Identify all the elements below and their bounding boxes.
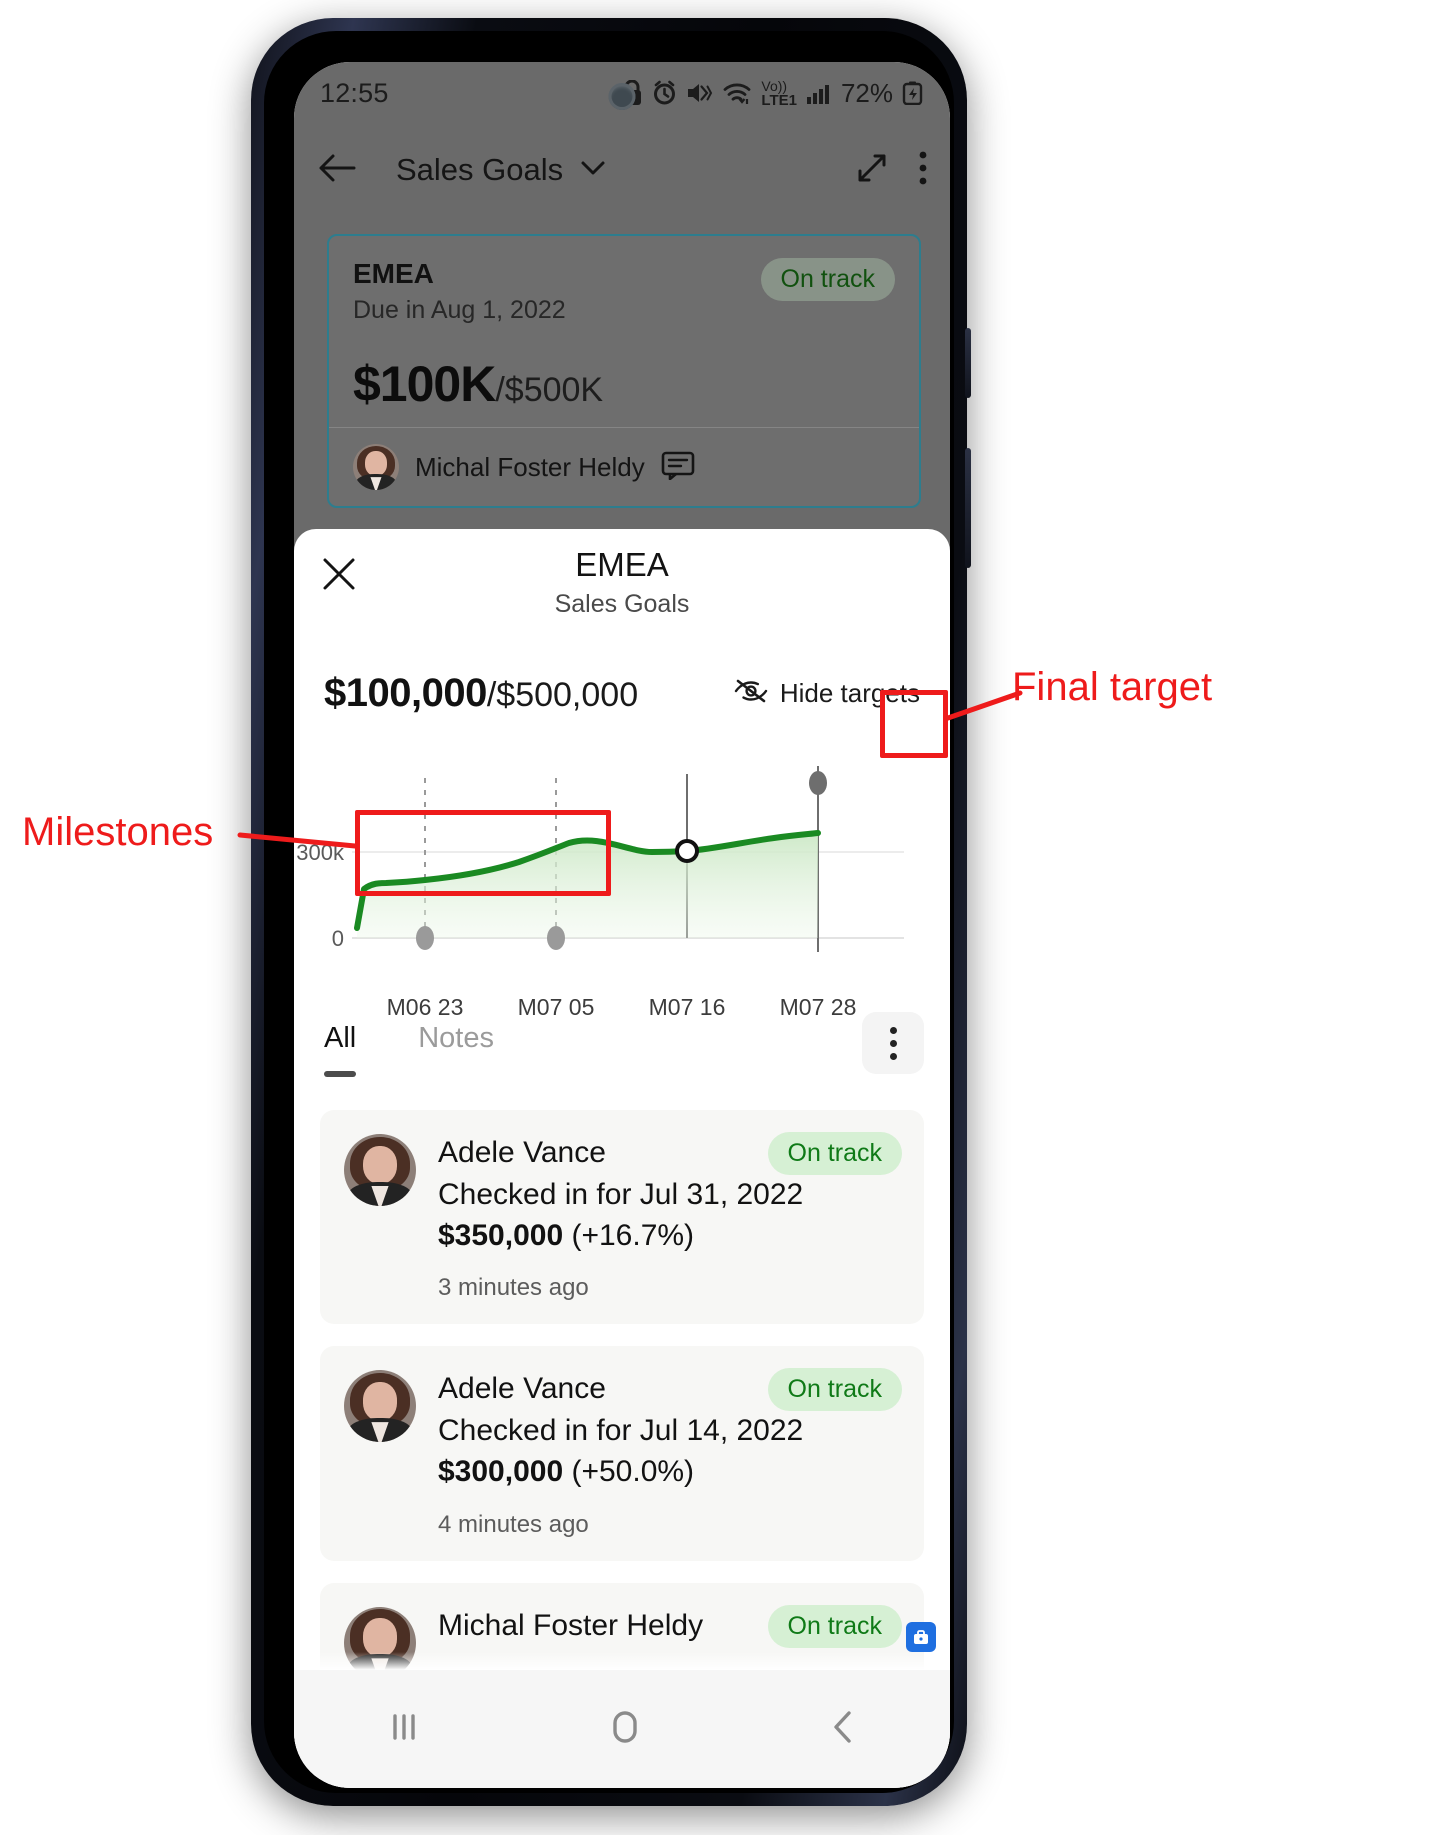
background-app-bar: Sales Goals — [294, 124, 950, 216]
activity-text-prefix: Checked in for Jul 14, 2022 — [438, 1413, 804, 1447]
progress-current: $100,000 — [324, 671, 487, 715]
battery-percent-label: 72% — [840, 77, 893, 108]
tab-notes[interactable]: Notes — [418, 1022, 494, 1065]
list-item[interactable]: Adele Vance Checked in for Jul 14, 2022 … — [320, 1346, 924, 1561]
home-icon[interactable] — [604, 1706, 646, 1753]
activity-timestamp: 4 minutes ago — [438, 1510, 589, 1538]
page-title: EMEA — [575, 546, 669, 583]
milestone-dot-2 — [547, 926, 565, 950]
recents-icon[interactable] — [384, 1707, 424, 1752]
status-badge: On track — [767, 1604, 902, 1648]
final-target-dot — [809, 771, 827, 795]
milestone-dot-1 — [416, 926, 434, 950]
wifi-icon — [722, 80, 752, 106]
activity-text-prefix: Checked in for Jul 31, 2022 — [438, 1177, 804, 1211]
progress-row: $100,000/$500,000 Hide targets — [294, 643, 950, 716]
avatar — [353, 444, 399, 490]
volte-top: Vo)) — [761, 77, 788, 94]
expand-diagonal-icon[interactable] — [854, 150, 890, 191]
goal-card-header: EMEA Due in Aug 1, 2022 On track — [353, 258, 895, 325]
annotation-box-milestones — [355, 810, 611, 896]
activity-list: Adele Vance Checked in for Jul 31, 2022 … — [294, 1074, 950, 1709]
activity-timestamp: 3 minutes ago — [438, 1274, 589, 1302]
activity-text: Checked in for Jul 14, 2022 $300,000 (+5… — [438, 1410, 900, 1493]
phone-screen: 12:55 Vo)) LTE1 72% Sales Goals EMEA Due… — [294, 62, 950, 1788]
activity-delta: (+16.7%) — [571, 1218, 695, 1252]
status-bar-clock: 12:55 — [320, 77, 389, 108]
battery-icon — [902, 81, 924, 105]
goal-card-region: EMEA — [353, 258, 434, 289]
comment-icon[interactable] — [661, 450, 695, 485]
status-bar: 12:55 Vo)) LTE1 72% — [294, 62, 950, 124]
goal-card-titles: EMEA Due in Aug 1, 2022 — [353, 258, 566, 325]
detail-bottom-sheet: EMEA Sales Goals $100,000/$500,000 Hide … — [294, 529, 950, 1788]
annotation-label-milestones: Milestones — [22, 810, 214, 854]
activity-text: Checked in for Jul 31, 2022 $350,000 (+1… — [438, 1174, 900, 1257]
app-badge-icon — [906, 1622, 936, 1652]
back-arrow-icon[interactable] — [316, 152, 358, 189]
status-badge: On track — [767, 1132, 902, 1175]
avatar — [344, 1134, 416, 1206]
status-badge: On track — [767, 1368, 902, 1412]
tab-bar: All Notes — [294, 992, 950, 1077]
activity-value: $300,000 — [438, 1455, 564, 1489]
activity-delta: (+50.0%) — [571, 1455, 695, 1489]
background-goal-card[interactable]: EMEA Due in Aug 1, 2022 On track $100K/$… — [327, 234, 921, 508]
y-tick-300k: 300k — [296, 840, 345, 865]
back-chevron-icon[interactable] — [826, 1706, 860, 1753]
system-navigation-bar — [294, 1670, 950, 1788]
more-vertical-icon[interactable] — [918, 150, 928, 191]
goal-card-current: $100K — [353, 356, 496, 412]
page-subtitle: Sales Goals — [554, 590, 690, 619]
more-vertical-icon[interactable] — [862, 1012, 924, 1074]
sheet-header: EMEA Sales Goals — [294, 529, 950, 643]
y-tick-0: 0 — [332, 926, 344, 951]
goal-card-amount: $100K/$500K — [353, 355, 895, 413]
phone-bezel: 12:55 Vo)) LTE1 72% Sales Goals EMEA Due… — [264, 31, 954, 1793]
tab-all[interactable]: All — [324, 1022, 357, 1077]
alarm-icon — [652, 80, 677, 106]
list-item[interactable]: Adele Vance Checked in for Jul 31, 2022 … — [320, 1110, 924, 1325]
annotation-label-final-target: Final target — [1012, 665, 1213, 709]
volte-bottom: LTE1 — [761, 91, 797, 109]
current-value-marker — [675, 839, 699, 863]
avatar — [344, 1606, 416, 1679]
goal-card-due-date: Due in Aug 1, 2022 — [353, 296, 566, 324]
mute-vibrate-icon — [686, 80, 713, 106]
status-bar-icons: Vo)) LTE1 72% — [621, 78, 924, 109]
eye-off-icon — [734, 678, 768, 709]
goal-card-body: EMEA Due in Aug 1, 2022 On track $100K/$… — [329, 236, 919, 427]
goal-card-target: /$500K — [495, 371, 604, 409]
phone-device: 12:55 Vo)) LTE1 72% Sales Goals EMEA Due… — [251, 18, 971, 1806]
close-icon[interactable] — [316, 551, 362, 597]
progress-amount: $100,000/$500,000 — [324, 671, 638, 716]
signal-bars-icon — [806, 81, 830, 105]
side-button-upper[interactable] — [965, 328, 971, 398]
activity-value: $350,000 — [438, 1218, 564, 1252]
annotation-box-final-target — [880, 690, 948, 758]
background-app-title: Sales Goals — [396, 152, 564, 187]
goal-card-footer: Michal Foster Heldy — [329, 427, 919, 506]
goal-card-owner: Michal Foster Heldy — [415, 451, 645, 482]
status-badge: On track — [760, 258, 895, 301]
volte-icon: Vo)) LTE1 — [761, 79, 797, 108]
side-button-lower[interactable] — [965, 448, 971, 568]
camera-punch-hole — [608, 83, 636, 110]
progress-target: /$500,000 — [486, 676, 639, 714]
sheet-title-block: EMEA Sales Goals — [294, 546, 950, 619]
avatar — [344, 1370, 416, 1443]
chevron-down-icon[interactable] — [579, 158, 607, 183]
